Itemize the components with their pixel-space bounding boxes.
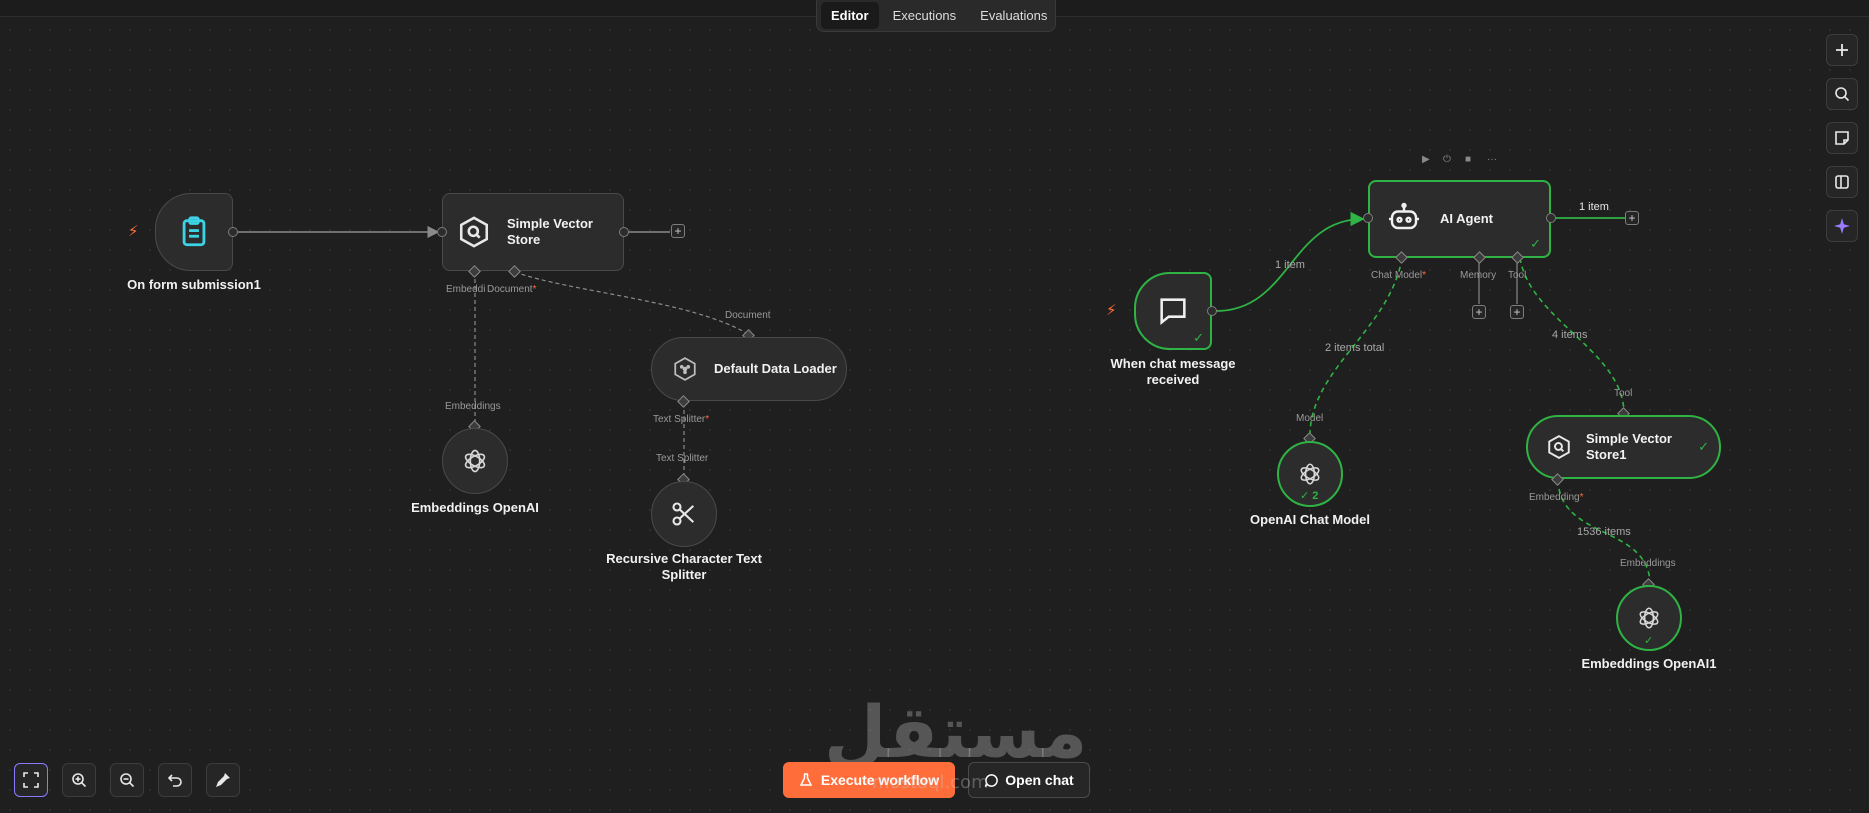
note-icon (1835, 131, 1849, 145)
edge-label-tool-to-agent: 4 items (1552, 329, 1588, 341)
fullscreen-icon (23, 772, 39, 788)
agent-delete-icon[interactable]: ■ (1465, 154, 1471, 165)
form-trigger-output-handle[interactable] (228, 227, 238, 237)
node-chat-trigger[interactable]: ✓ (1134, 272, 1212, 350)
node-vector-store1-label: Simple Vector Store1 (1586, 431, 1672, 462)
clipboard-icon (177, 215, 211, 249)
undo-button[interactable] (158, 763, 192, 797)
node-chat-trigger-label: When chat message received (1110, 356, 1236, 387)
node-form-trigger-label: On form submission1 (127, 277, 261, 292)
vector-store-icon (457, 215, 491, 249)
node-vector-store1[interactable]: Simple Vector Store1 ✓ (1526, 415, 1721, 479)
node-vector-store-label: Simple Vector Store (507, 216, 593, 247)
toggle-panel-button[interactable] (1826, 166, 1858, 198)
edge-label-chat-to-agent: 1 item (1275, 259, 1305, 271)
zoom-out-button[interactable] (110, 763, 144, 797)
node-form-trigger[interactable] (155, 193, 233, 271)
node-text-splitter[interactable] (651, 481, 717, 547)
vector-store1-tool-label: Tool (1614, 388, 1633, 399)
broom-icon (216, 773, 230, 787)
add-tool-button[interactable]: + (1510, 305, 1524, 319)
edge-loader-to-store (514, 271, 749, 335)
add-node-button[interactable] (1826, 34, 1858, 66)
node-embeddings1-label: Embeddings OpenAI1 (1581, 656, 1717, 671)
zoom-out-icon (120, 773, 135, 788)
splitter-port-label: Text Splitter (656, 453, 709, 464)
watermark-text: mostaql.com (872, 772, 989, 793)
edge-label-model-to-agent: 2 items total (1325, 342, 1385, 354)
fit-view-button[interactable] (14, 763, 48, 797)
node-embeddings-label: Embeddings OpenAI (411, 500, 539, 515)
agent-add-button[interactable]: + (1625, 211, 1639, 225)
node-ai-agent[interactable]: AI Agent ✓ (1368, 180, 1551, 258)
data-loader-document-label: Document (725, 310, 771, 321)
tidy-up-button[interactable] (206, 763, 240, 797)
edge-label-embed-to-store: 1536 items (1577, 526, 1631, 538)
scissors-icon (670, 500, 698, 528)
search-icon (1835, 87, 1850, 102)
vector-store-embedding-label: Embeddi (446, 284, 486, 295)
embeddings1-success-icon: ✓ (1644, 635, 1654, 647)
add-memory-button[interactable]: + (1472, 305, 1486, 319)
chat-bubble-icon (1156, 294, 1190, 328)
agent-power-icon[interactable]: ⏻ (1443, 154, 1451, 165)
vector-store-input-handle[interactable] (437, 227, 447, 237)
vector-store1-success-icon: ✓ (1698, 439, 1709, 454)
vector-store1-embedding-label: Embedding* (1529, 492, 1584, 503)
node-embeddings-openai1[interactable]: ✓ (1616, 585, 1682, 651)
sparkle-icon (1834, 218, 1850, 234)
chat-model-port-label: Model (1296, 413, 1324, 424)
agent-input-handle[interactable] (1363, 213, 1373, 223)
chat-model-run-count: ✓ 2 (1300, 490, 1319, 502)
node-data-loader-label: Default Data Loader (714, 361, 837, 376)
agent-output-handle[interactable] (1546, 213, 1556, 223)
data-loader-icon (672, 356, 698, 382)
vector-store-add-button[interactable]: + (671, 224, 685, 238)
zoom-in-button[interactable] (62, 763, 96, 797)
undo-icon (167, 774, 182, 787)
chat-trigger-output-handle[interactable] (1207, 306, 1217, 316)
edge-label-agent-out: 1 item (1579, 201, 1609, 213)
openai-icon (461, 447, 489, 475)
node-embeddings-openai[interactable] (442, 428, 508, 494)
data-loader-splitter-label: Text Splitter* (653, 414, 710, 425)
vector-store-output-handle[interactable] (619, 227, 629, 237)
search-nodes-button[interactable] (1826, 78, 1858, 110)
node-openai-chat-model[interactable]: ✓ 2 (1277, 441, 1343, 507)
vector-store1-icon (1546, 434, 1572, 460)
agent-success-icon: ✓ (1530, 236, 1541, 251)
trigger-bolt-icon: ⚡ (128, 223, 139, 240)
zoom-in-icon (72, 773, 87, 788)
agent-tool-label: Tool (1508, 270, 1527, 281)
panel-icon (1835, 175, 1849, 189)
vector-store-document-label: Document* (487, 284, 537, 295)
embeddings-port-label: Embeddings (445, 401, 501, 412)
node-chat-model-label: OpenAI Chat Model (1250, 512, 1370, 527)
chat-trigger-success-icon: ✓ (1193, 330, 1204, 345)
node-splitter-label: Recursive Character Text Splitter (606, 551, 762, 582)
agent-memory-label: Memory (1460, 270, 1497, 281)
robot-icon (1386, 201, 1422, 237)
agent-chat-model-label: Chat Model* (1371, 270, 1427, 281)
ai-assistant-button[interactable] (1826, 210, 1858, 242)
node-vector-store[interactable]: Simple Vector Store (442, 193, 624, 271)
open-chat-label: Open chat (1005, 772, 1074, 788)
embeddings1-port-label: Embeddings (1620, 558, 1676, 569)
openai-icon-2 (1636, 605, 1662, 631)
node-data-loader[interactable]: Default Data Loader (651, 337, 847, 401)
plus-icon (1836, 44, 1848, 56)
agent-more-icon[interactable]: ··· (1487, 154, 1497, 165)
node-ai-agent-label: AI Agent (1440, 211, 1493, 226)
openai-chat-icon (1297, 461, 1323, 487)
sticky-note-button[interactable] (1826, 122, 1858, 154)
flask-icon (799, 773, 813, 786)
chat-trigger-bolt-icon: ⚡ (1106, 302, 1117, 319)
agent-play-icon[interactable]: ▶ (1422, 154, 1430, 165)
